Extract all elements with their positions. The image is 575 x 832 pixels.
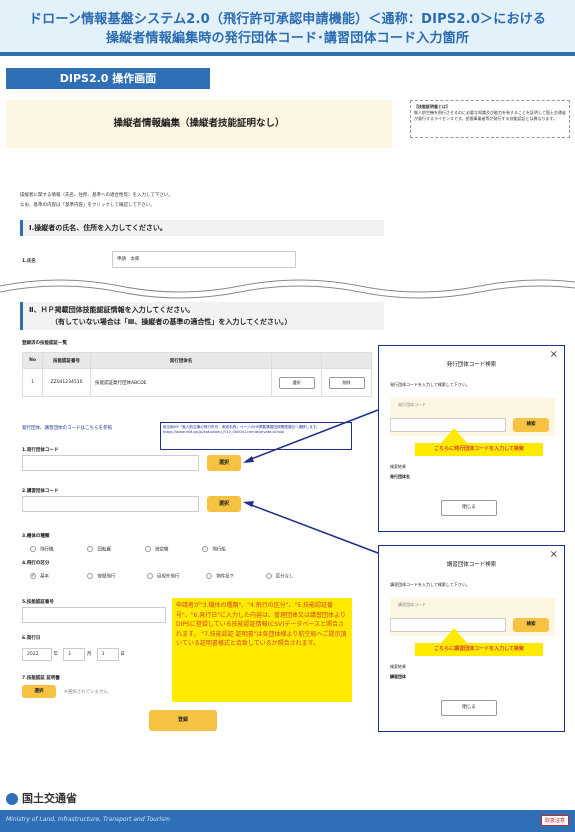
result-label: 検索結果 xyxy=(390,664,406,669)
callout-pointer xyxy=(441,428,467,443)
kind-options: 飛行機 回転翼 滑空機 飛行船 xyxy=(30,546,270,553)
file-status: ※選択されていません xyxy=(64,690,108,695)
year-select[interactable]: 2022 xyxy=(22,648,52,661)
footer-bar: Ministry of Land, Infrastructure, Transp… xyxy=(0,810,575,832)
kind-option[interactable]: 回転翼 xyxy=(87,546,143,553)
cert-number-input[interactable] xyxy=(22,607,166,623)
division-option[interactable]: 物件投下 xyxy=(206,573,264,580)
modal-hint: 講習団体コードを入力して検索して下さい。 xyxy=(390,582,470,587)
cert-file-label: 7.技能認証 証明書 xyxy=(22,676,60,681)
cert-number-label: 5.技能認証番号 xyxy=(22,600,54,605)
modal-hint: 発行団体コードを入力して検索して下さい。 xyxy=(390,382,470,387)
month-select[interactable]: 1 xyxy=(63,648,86,661)
issue-date: 2022 年 1 月 1 日 xyxy=(22,648,125,661)
callout-pointer xyxy=(441,628,467,643)
file-select-button[interactable]: 選択 xyxy=(22,685,56,698)
day-select[interactable]: 1 xyxy=(96,648,119,661)
confidential-badge: 取扱注意 xyxy=(540,815,569,826)
modal-title: 講習団体コード検索 xyxy=(446,562,497,568)
close-icon[interactable]: × xyxy=(550,549,558,560)
ministry-logo: 国土交通省 xyxy=(6,790,77,806)
issuer-search-button[interactable]: 検索 xyxy=(513,418,549,432)
school-search-modal: 講習団体コード検索 × 講習団体コードを入力して検索して下さい。 講習団体コード… xyxy=(378,545,565,732)
modal-close-button[interactable]: 閉じる xyxy=(441,500,497,516)
kind-label: 3.機体の種類 xyxy=(22,534,50,539)
result-column: 発行団体名 xyxy=(390,474,410,479)
result-label: 検索結果 xyxy=(390,464,406,469)
division-option[interactable]: 夜間飛行 xyxy=(87,573,145,580)
issuer-search-callout: こちらに発行団体コードを入力して検索 xyxy=(415,443,543,456)
close-icon[interactable]: × xyxy=(550,349,558,360)
issuer-search-modal: 発行団体コード検索 × 発行団体コードを入力して検索して下さい。 発行団体コード… xyxy=(378,345,565,532)
kind-option[interactable]: 飛行船 xyxy=(202,546,258,553)
issue-date-label: 6.発行日 xyxy=(22,636,41,641)
division-option[interactable]: 区分なし xyxy=(265,573,316,580)
modal-title: 発行団体コード検索 xyxy=(446,362,497,368)
search-placeholder-label: 発行団体コード xyxy=(398,402,426,407)
division-options: ✓ 基本 夜間飛行 目視外飛行 物件投下 区分なし xyxy=(30,573,350,580)
result-column: 講習団体 xyxy=(390,674,406,679)
division-option[interactable]: 目視外飛行 xyxy=(146,573,205,580)
modal-close-button[interactable]: 閉じる xyxy=(441,700,497,716)
school-search-callout: こちらに講習団体コードを入力して検索 xyxy=(415,643,543,656)
logo-mark-icon xyxy=(6,793,18,805)
division-option[interactable]: ✓ 基本 xyxy=(30,573,86,580)
yellow-callout: 申請者が"3.機体の種類"、"4.飛行の区分"、"5.技能認証番号"、"6.発行… xyxy=(172,598,352,702)
kind-option[interactable]: 飛行機 xyxy=(30,546,86,553)
kind-option[interactable]: 滑空機 xyxy=(144,546,201,553)
ministry-english: Ministry of Land, Infrastructure, Transp… xyxy=(6,816,171,823)
division-label: 4.飛行の区分 xyxy=(22,561,50,566)
school-search-button[interactable]: 検索 xyxy=(513,618,549,632)
register-button[interactable]: 登録 xyxy=(149,710,217,731)
search-placeholder-label: 講習団体コード xyxy=(398,602,426,607)
